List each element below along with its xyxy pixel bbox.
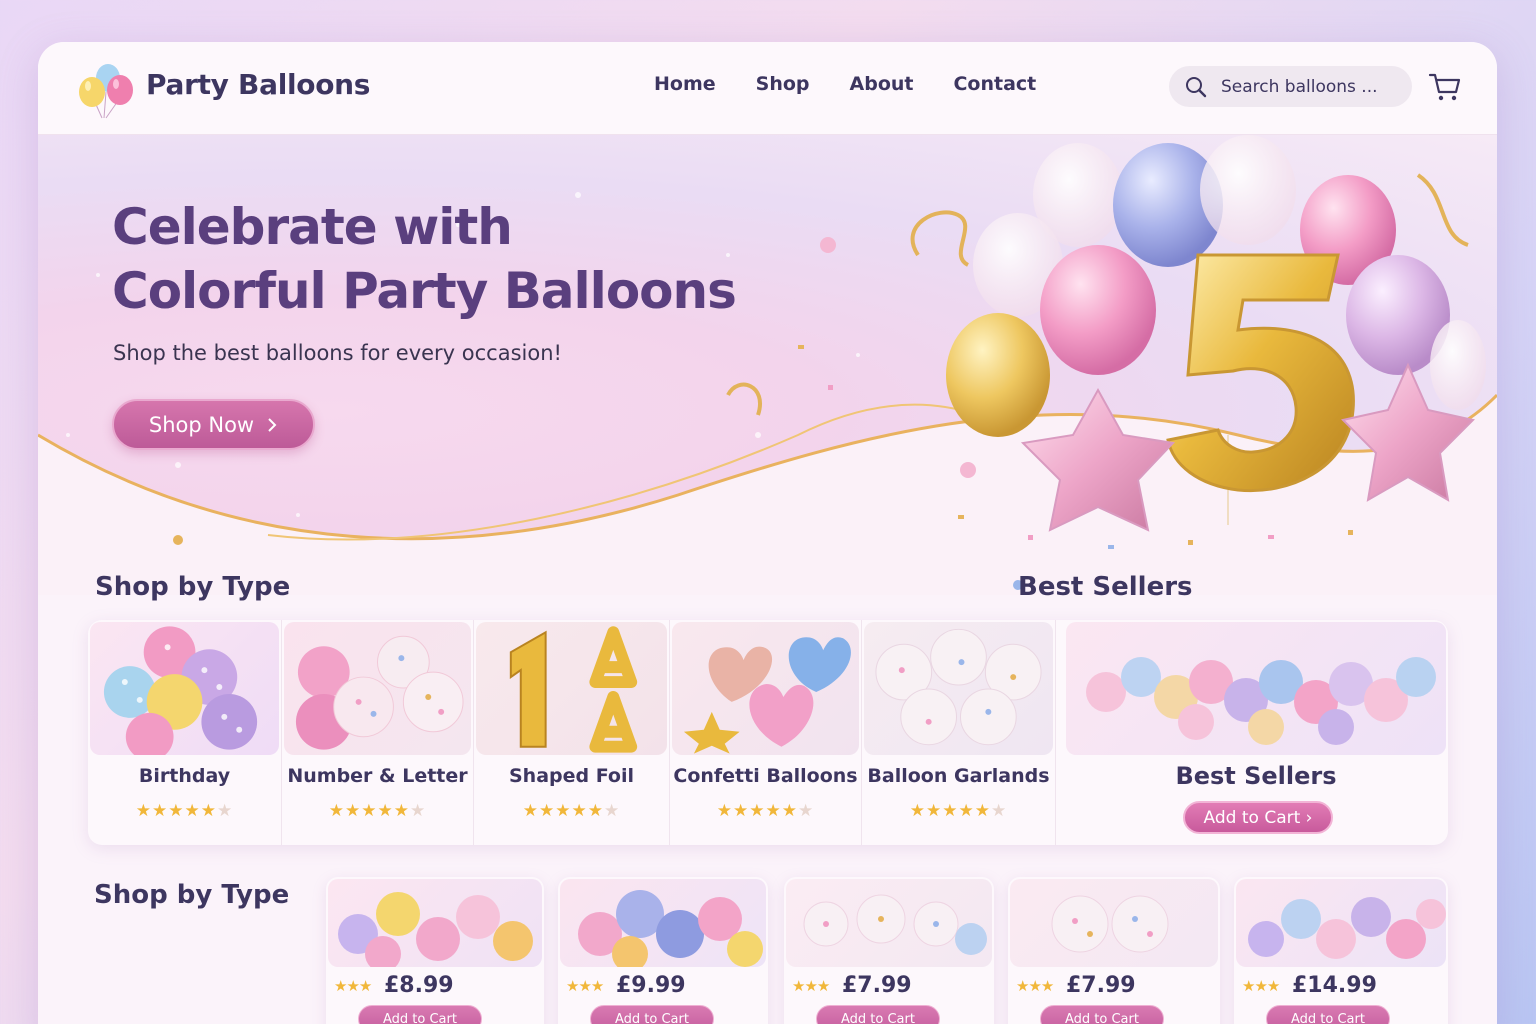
product-thumb xyxy=(786,879,992,967)
product-card[interactable]: ★★★ £8.99 Add to Cart xyxy=(326,877,544,1024)
type-thumb xyxy=(864,622,1053,755)
hero-title-line2: Colorful Party Balloons xyxy=(112,262,737,320)
add-to-cart-button[interactable]: Add to Cart › xyxy=(1183,801,1333,834)
product-thumb xyxy=(1236,879,1446,967)
product-card[interactable]: ★★★ £7.99 Add to Cart xyxy=(784,877,994,1024)
balloon-logo-icon[interactable] xyxy=(76,62,140,120)
type-label: Shaped Foil xyxy=(508,765,635,787)
heart-balloons-image xyxy=(683,637,851,754)
hero-banner: Celebrate with Colorful Party Balloons S… xyxy=(38,135,1497,595)
rating-stars: ★★★ xyxy=(334,977,372,995)
type-thumb xyxy=(672,622,859,755)
product-price: £8.99 xyxy=(384,973,454,998)
product-price: £9.99 xyxy=(616,973,686,998)
nav-about[interactable]: About xyxy=(850,73,914,95)
main-nav: Home Shop About Contact xyxy=(654,73,1076,95)
product-price: £7.99 xyxy=(1066,973,1136,998)
birthday-balloons-image xyxy=(103,626,258,755)
rating-stars: ★★★★★★ xyxy=(522,801,621,821)
shop-now-button[interactable]: Shop Now xyxy=(112,399,315,450)
type-label: Number & Letter xyxy=(287,765,468,787)
rating-stars: ★★★ xyxy=(1016,977,1054,995)
add-to-cart-button[interactable]: Add to Cart xyxy=(358,1005,482,1024)
rating-stars: ★★★ xyxy=(1242,977,1280,995)
product-image xyxy=(578,890,763,967)
type-card-shaped-foil[interactable]: Shaped Foil ★★★★★★ xyxy=(474,620,670,845)
type-thumb xyxy=(284,622,471,755)
brand-name[interactable]: Party Balloons xyxy=(146,68,370,101)
hero-title: Celebrate with Colorful Party Balloons xyxy=(112,195,752,323)
garland-arch-image xyxy=(1086,657,1436,745)
product-image xyxy=(1051,895,1169,953)
cart-icon[interactable] xyxy=(1428,72,1462,102)
product-price: £14.99 xyxy=(1292,973,1377,998)
product-card[interactable]: ★★★ £14.99 Add to Cart xyxy=(1234,877,1448,1024)
add-to-cart-button[interactable]: Add to Cart xyxy=(816,1005,940,1024)
page-frame: Party Balloons Home Shop About Contact S… xyxy=(38,42,1497,1024)
hero-subtitle: Shop the best balloons for every occasio… xyxy=(113,341,562,365)
search-input[interactable] xyxy=(1221,74,1401,100)
hero-title-line1: Celebrate with xyxy=(112,198,513,256)
type-label: Birthday xyxy=(138,765,231,787)
type-card-birthday[interactable]: Birthday ★★★★★★ xyxy=(88,620,282,845)
best-sellers-card[interactable]: Best Sellers Add to Cart › xyxy=(1064,620,1448,845)
nav-shop[interactable]: Shop xyxy=(756,73,810,95)
shaped-foil-balloons-image xyxy=(509,626,638,753)
shop-by-type-heading-2: Shop by Type xyxy=(94,880,290,910)
rating-stars: ★★★ xyxy=(792,977,830,995)
type-thumb xyxy=(476,622,667,755)
shop-by-type-heading: Shop by Type xyxy=(95,572,291,602)
product-card[interactable]: ★★★ £7.99 Add to Cart xyxy=(1008,877,1220,1024)
chevron-right-icon xyxy=(268,417,277,432)
rating-stars: ★★★★★★ xyxy=(909,801,1008,821)
shop-now-label: Shop Now xyxy=(148,412,255,437)
nav-contact[interactable]: Contact xyxy=(953,73,1036,95)
nav-home[interactable]: Home xyxy=(654,73,716,95)
product-image xyxy=(338,892,533,967)
rating-stars: ★★★ xyxy=(566,977,604,995)
product-price: £7.99 xyxy=(842,973,912,998)
best-thumb xyxy=(1066,622,1446,755)
product-thumb xyxy=(560,879,766,967)
add-to-cart-button[interactable]: Add to Cart xyxy=(590,1005,714,1024)
best-sellers-label: Best Sellers xyxy=(1175,762,1337,790)
search-box xyxy=(1169,66,1412,107)
product-image xyxy=(1248,897,1446,959)
type-card-garlands[interactable]: Balloon Garlands ★★★★★★ xyxy=(862,620,1056,845)
type-label: Balloon Garlands xyxy=(867,765,1050,787)
type-panel: Birthday ★★★★★★ Number & Letter ★★★★★★ S… xyxy=(88,620,1448,845)
add-to-cart-button[interactable]: Add to Cart xyxy=(1266,1005,1390,1024)
rating-stars: ★★★★★★ xyxy=(135,801,234,821)
rating-stars: ★★★★★★ xyxy=(716,801,815,821)
add-to-cart-button[interactable]: Add to Cart xyxy=(1040,1005,1164,1024)
rating-stars: ★★★★★★ xyxy=(328,801,427,821)
product-card[interactable]: ★★★ £9.99 Add to Cart xyxy=(558,877,768,1024)
site-header: Party Balloons Home Shop About Contact xyxy=(38,42,1497,135)
garland-balloons-image xyxy=(875,628,1042,746)
type-label: Confetti Balloons xyxy=(673,765,858,787)
type-card-confetti[interactable]: Confetti Balloons ★★★★★★ xyxy=(670,620,862,845)
search-icon[interactable] xyxy=(1185,76,1207,98)
best-sellers-heading: Best Sellers xyxy=(1018,572,1193,602)
product-thumb xyxy=(1010,879,1218,967)
product-thumb xyxy=(328,879,542,967)
type-card-number-letter[interactable]: Number & Letter ★★★★★★ xyxy=(282,620,474,845)
product-image xyxy=(803,894,987,955)
type-thumb xyxy=(90,622,279,755)
number-letter-balloons-image xyxy=(295,635,464,750)
